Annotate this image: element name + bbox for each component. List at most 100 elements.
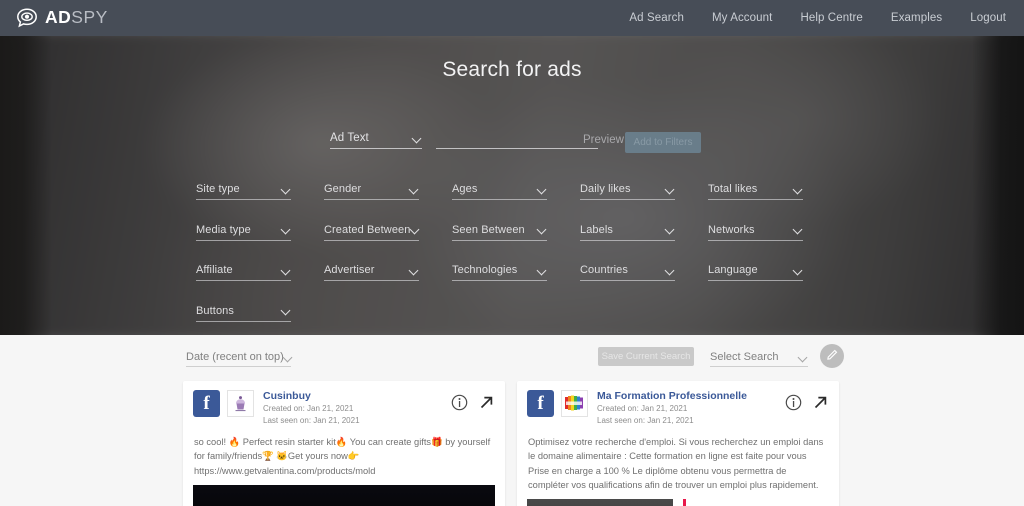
filter-daily-likes[interactable]: Daily likes [580,179,708,200]
filter-total-likes[interactable]: Total likes [708,179,836,200]
nav-item-examples[interactable]: Examples [891,12,942,24]
external-link-icon[interactable] [478,394,495,411]
ad-text-search-input[interactable] [436,128,598,149]
ad-cards-list: f Cusinbuy Created on: Jan 21, 2021 Last… [0,381,1024,506]
filter-label: Total likes [708,183,758,195]
filter-gender[interactable]: Gender [324,179,452,200]
external-link-icon[interactable] [812,394,829,411]
chevron-down-icon [538,225,547,234]
facebook-icon: f [527,390,554,417]
sort-order-select[interactable]: Date (recent on top) [186,348,291,367]
nav-item-ad-search[interactable]: Ad Search [629,12,684,24]
select-search-value: Select Search [710,351,779,363]
nav-item-logout[interactable]: Logout [970,12,1006,24]
last-seen-on-text: Last seen on: Jan 21, 2021 [597,415,694,425]
preview-button[interactable]: Preview [583,134,624,146]
chevron-down-icon [538,185,547,194]
brand-text-ad: AD [45,7,72,28]
brand-text-spy: SPY [71,7,108,28]
main-nav: Ad Search My Account Help Centre Example… [629,12,1006,24]
filter-networks[interactable]: Networks [708,220,836,241]
filter-row-3: Affiliate Advertiser Technologies Countr… [196,260,836,281]
ad-media-thumbnail[interactable] [193,484,495,506]
ad-text: Optimisez votre recherche d'emploi. Si v… [528,437,824,490]
advertiser-name[interactable]: Cusinbuy [263,390,451,403]
ad-card-meta: Cusinbuy Created on: Jan 21, 2021 Last s… [263,390,451,426]
filter-label: Daily likes [580,183,631,195]
ad-media-thumbnail[interactable]: FORMATION HA [527,498,829,506]
filter-label: Site type [196,183,240,195]
ad-media-left-panel [527,498,673,506]
filter-labels[interactable]: Labels [580,220,708,241]
chevron-down-icon [284,353,293,362]
ad-card[interactable]: f Ma Formation Professionnelle Created o… [517,381,839,506]
filter-site-type[interactable]: Site type [196,179,324,200]
filter-label: Technologies [452,264,518,276]
nav-item-help-centre[interactable]: Help Centre [800,12,862,24]
chevron-down-icon [410,266,419,275]
edit-saved-search-button[interactable] [820,344,844,368]
filter-label: Media type [196,223,251,236]
chevron-down-icon [538,266,547,275]
filter-label: Buttons [196,304,235,317]
filter-countries[interactable]: Countries [580,260,708,281]
chevron-down-icon [282,225,291,234]
filter-seen-between[interactable]: Seen Between [452,220,580,241]
chevron-down-icon [799,353,808,362]
filter-label: Created Between [324,223,411,236]
filter-row-4: Buttons [196,301,836,322]
filter-advertiser[interactable]: Advertiser [324,260,452,281]
ad-card[interactable]: f Cusinbuy Created on: Jan 21, 2021 Last… [183,381,505,506]
filter-language[interactable]: Language [708,260,836,281]
add-to-filters-button[interactable]: Add to Filters [625,132,701,153]
ad-media-image: FORMATION HA [527,498,829,506]
chevron-down-icon [666,225,675,234]
ad-media-dark-video [193,484,495,506]
brand-logo[interactable]: ADSPY [16,8,108,28]
nav-item-my-account[interactable]: My Account [712,12,772,24]
created-on-text: Created on: Jan 21, 2021 [263,404,354,414]
ad-media-right-panel: FORMATION HA [673,498,829,506]
chevron-down-icon [413,134,422,143]
filter-created-between[interactable]: Created Between [324,220,452,241]
filter-label: Advertiser [324,264,375,276]
chevron-down-icon [794,185,803,194]
page-root: ADSPY Ad Search My Account Help Centre E… [0,0,1024,506]
ad-card-body: so cool! 🔥 Perfect resin starter kit🔥 Yo… [183,433,505,484]
ad-text-field-select[interactable]: Ad Text [330,128,422,149]
ad-media-accent-bar [683,498,686,506]
chevron-down-icon [410,185,419,194]
filter-row-2: Media type Created Between Seen Between … [196,220,836,241]
chevron-down-icon [282,185,291,194]
save-current-search-button[interactable]: Save Current Search [598,347,694,366]
brand-text: ADSPY [45,9,108,27]
advertiser-avatar-rainbow [561,390,588,417]
filter-label: Affiliate [196,264,233,276]
ad-url[interactable]: https://www.getvalentina.com/products/mo… [194,464,494,478]
chevron-down-icon [282,306,291,315]
facebook-icon: f [193,390,220,417]
created-on-text: Created on: Jan 21, 2021 [597,404,688,414]
top-navigation-bar: ADSPY Ad Search My Account Help Centre E… [0,0,1024,36]
ad-text-select-label: Ad Text [330,132,369,144]
filter-affiliate[interactable]: Affiliate [196,260,324,281]
results-section: Date (recent on top) Save Current Search… [0,335,1024,506]
ad-card-header: f Ma Formation Professionnelle Created o… [517,381,839,433]
select-search-dropdown[interactable]: Select Search [710,348,808,367]
filters-grid: Site type Gender Ages Daily likes Total … [196,179,836,335]
ad-text: so cool! 🔥 Perfect resin starter kit🔥 Yo… [194,437,491,462]
pencil-icon [826,348,839,364]
ad-card-actions [451,390,495,411]
ad-card-meta: Ma Formation Professionnelle Created on:… [597,390,785,426]
info-icon[interactable] [451,394,468,411]
sort-order-value: Date (recent on top) [186,351,284,363]
advertiser-name[interactable]: Ma Formation Professionnelle [597,390,785,403]
filter-technologies[interactable]: Technologies [452,260,580,281]
info-icon[interactable] [785,394,802,411]
filter-ages[interactable]: Ages [452,179,580,200]
filter-label: Countries [580,264,628,276]
chevron-down-icon [666,266,675,275]
advertiser-avatar-cupcake [227,390,254,417]
filter-buttons[interactable]: Buttons [196,301,324,322]
filter-media-type[interactable]: Media type [196,220,324,241]
